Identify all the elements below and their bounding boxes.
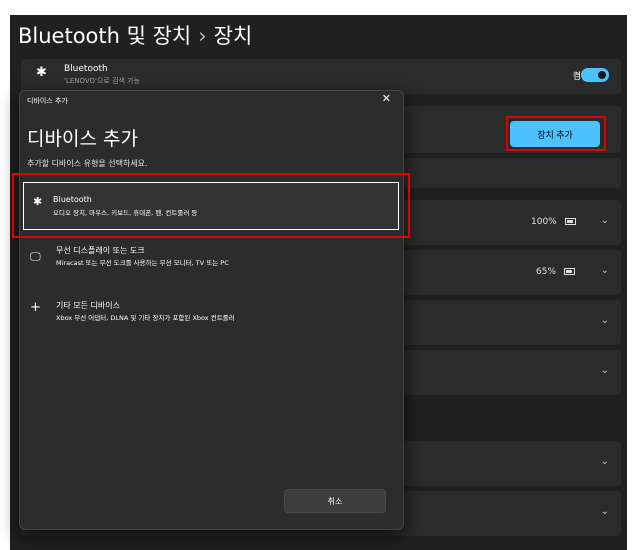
highlight-add-device xyxy=(506,116,606,151)
chevron-down-icon[interactable]: ⌄ xyxy=(601,215,609,226)
bluetooth-card-title: Bluetooth xyxy=(64,64,108,74)
highlight-bluetooth-option xyxy=(12,173,410,238)
bluetooth-toggle-label: 켬 xyxy=(572,72,581,82)
monitor-icon: 🖵 xyxy=(30,250,41,263)
breadcrumb-current: 장치 xyxy=(213,24,253,48)
dialog-heading: 디바이스 추가 xyxy=(27,128,138,150)
dialog-caption: 디바이스 추가 xyxy=(27,97,68,105)
chevron-down-icon[interactable]: ⌄ xyxy=(601,315,609,326)
chevron-down-icon[interactable]: ⌄ xyxy=(601,506,609,517)
bluetooth-icon: ✱ xyxy=(36,65,47,80)
add-device-dialog: 디바이스 추가 ✕ 디바이스 추가 추가할 디바이스 유형을 선택하세요. ✱ … xyxy=(19,90,404,530)
dialog-subtitle: 추가할 디바이스 유형을 선택하세요. xyxy=(27,159,148,168)
cancel-button[interactable]: 취소 xyxy=(284,489,386,513)
page-title: Bluetooth 및 장치 › 장치 xyxy=(18,20,252,50)
breadcrumb-parent[interactable]: Bluetooth 및 장치 xyxy=(18,24,191,48)
chevron-down-icon[interactable]: ⌄ xyxy=(601,456,609,467)
breadcrumb-separator: › xyxy=(198,24,207,48)
option-title: 무선 디스플레이 또는 도크 xyxy=(56,246,145,255)
battery-percent: 100% xyxy=(531,217,557,227)
plus-icon: + xyxy=(30,300,41,315)
toggle-knob xyxy=(598,71,606,79)
battery-icon xyxy=(564,268,576,275)
option-wireless-display[interactable]: 🖵 무선 디스플레이 또는 도크 Miracast 또는 무선 도크를 사용하는… xyxy=(27,243,395,283)
bluetooth-toggle-card[interactable]: ✱ Bluetooth 'LENOVO'으로 검색 가능 켬 xyxy=(21,59,621,94)
battery-percent: 65% xyxy=(536,267,557,277)
close-icon[interactable]: ✕ xyxy=(382,92,391,105)
chevron-down-icon[interactable]: ⌄ xyxy=(601,365,609,376)
bluetooth-card-subtitle: 'LENOVO'으로 검색 가능 xyxy=(64,77,141,85)
option-title: 기타 모든 디바이스 xyxy=(56,301,120,310)
option-other-devices[interactable]: + 기타 모든 디바이스 Xbox 무선 어댑터, DLNA 및 기타 장치가 … xyxy=(27,297,395,337)
option-description: Miracast 또는 무선 도크를 사용하는 무선 모니터, TV 또는 PC xyxy=(56,259,229,267)
battery-icon xyxy=(564,218,576,225)
option-description: Xbox 무선 어댑터, DLNA 및 기타 장치가 포함된 Xbox 컨트롤러 xyxy=(56,314,235,322)
chevron-down-icon[interactable]: ⌄ xyxy=(601,265,609,276)
bluetooth-toggle[interactable] xyxy=(581,68,609,82)
